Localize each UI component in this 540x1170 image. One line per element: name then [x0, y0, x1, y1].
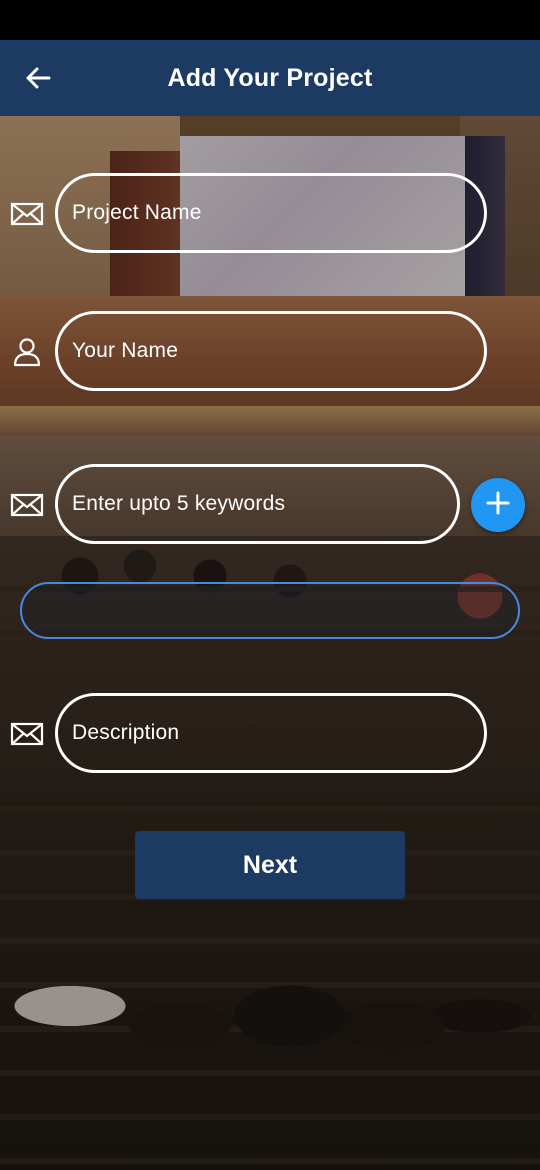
status-bar — [0, 0, 540, 40]
project-name-field[interactable]: Project Name — [55, 173, 487, 253]
add-keyword-button[interactable] — [471, 478, 525, 532]
your-name-field[interactable]: Your Name — [55, 311, 487, 391]
plus-icon — [485, 490, 511, 521]
app-bar: Add Your Project — [0, 40, 540, 116]
person-icon — [10, 335, 44, 369]
mail-icon — [10, 488, 44, 522]
your-name-placeholder: Your Name — [72, 339, 179, 362]
mail-icon — [10, 717, 44, 751]
keywords-field[interactable]: Enter upto 5 keywords — [55, 464, 460, 544]
mail-icon — [10, 197, 44, 231]
keywords-placeholder: Enter upto 5 keywords — [72, 492, 286, 515]
next-button[interactable]: Next — [135, 831, 405, 899]
project-name-placeholder: Project Name — [72, 201, 202, 224]
keywords-list[interactable] — [20, 582, 520, 639]
background-image — [0, 116, 540, 1170]
description-placeholder: Description — [72, 721, 180, 744]
next-button-label: Next — [242, 850, 298, 879]
page-title: Add Your Project — [167, 63, 373, 92]
description-field[interactable]: Description — [55, 693, 487, 773]
arrow-left-icon[interactable] — [22, 62, 54, 94]
